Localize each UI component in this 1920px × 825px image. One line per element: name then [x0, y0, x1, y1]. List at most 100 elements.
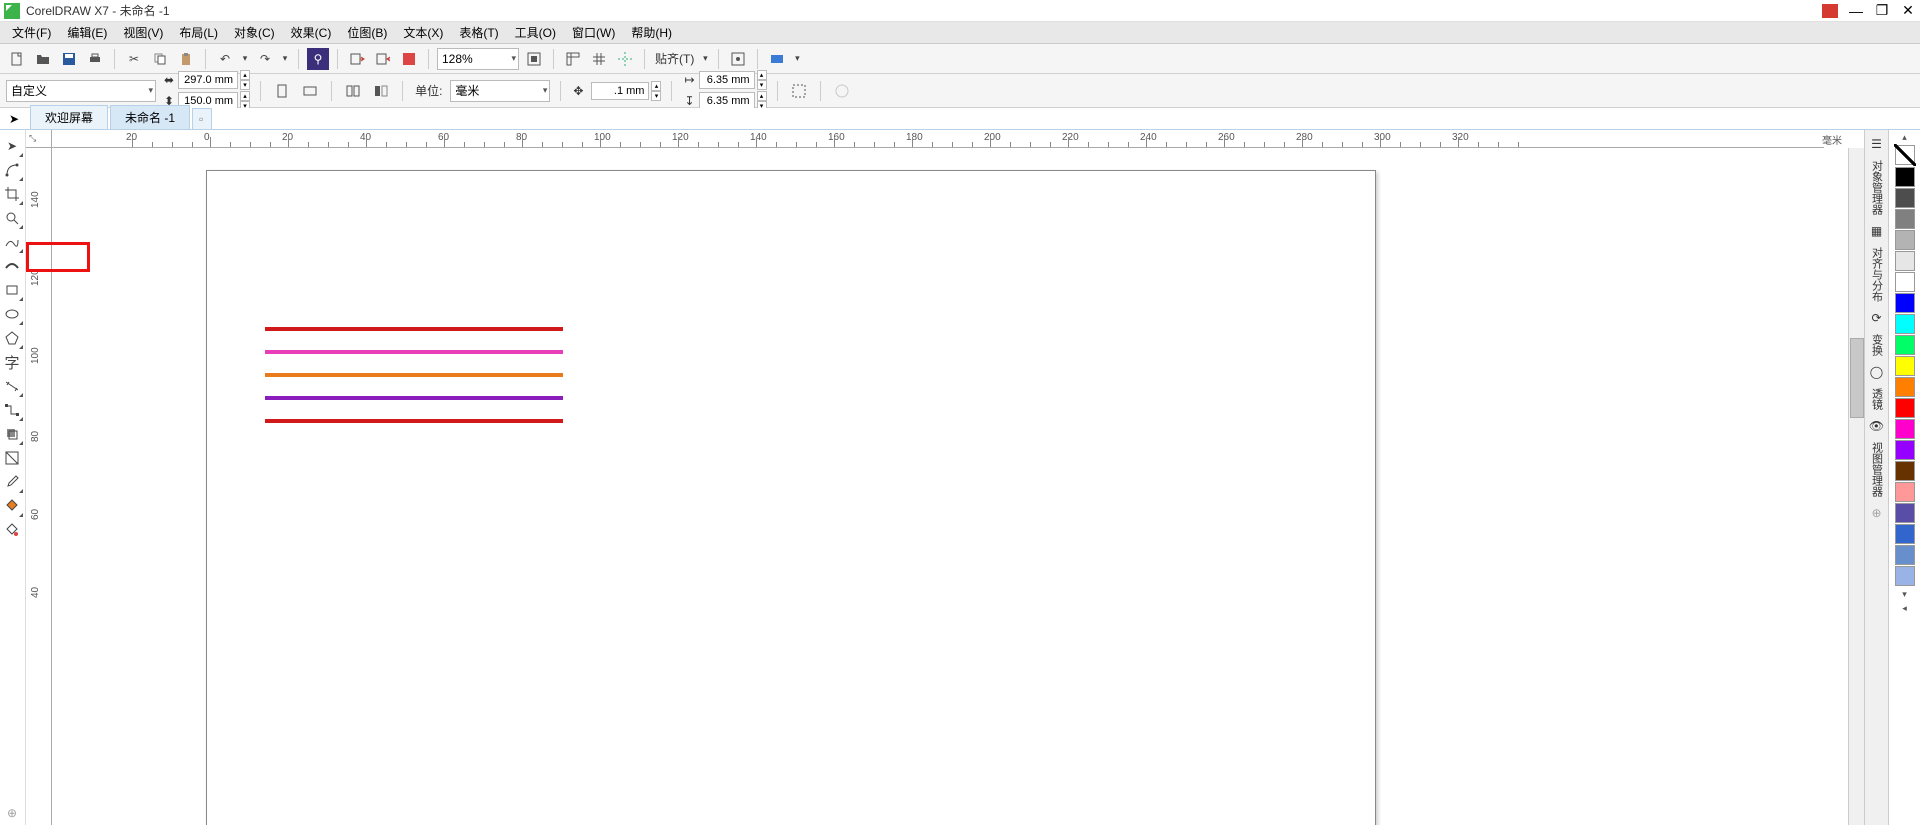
color-swatch[interactable]: [1895, 377, 1915, 397]
tab-add[interactable]: ▫: [192, 108, 212, 129]
snap-dd-icon[interactable]: ▾: [700, 48, 710, 70]
app-launcher-icon[interactable]: [766, 48, 788, 70]
redo-icon[interactable]: ↷: [254, 48, 276, 70]
palette-down-icon[interactable]: ▾: [1895, 587, 1915, 601]
shape-tool-icon[interactable]: [0, 158, 24, 182]
palette-flyout-icon[interactable]: ◂: [1895, 601, 1915, 615]
docker-align[interactable]: 对齐与分布: [1867, 243, 1887, 306]
interactive-fill-tool-icon[interactable]: [0, 494, 24, 518]
redo-dd-icon[interactable]: ▾: [280, 48, 290, 70]
import-icon[interactable]: [346, 48, 368, 70]
user-indicator-icon[interactable]: [1822, 4, 1838, 18]
eyedropper-tool-icon[interactable]: [0, 470, 24, 494]
menu-object[interactable]: 对象(C): [228, 22, 281, 43]
docker-transform[interactable]: 变换: [1867, 330, 1887, 360]
smart-fill-tool-icon[interactable]: [0, 518, 24, 542]
palette-up-icon[interactable]: ▴: [1895, 130, 1915, 144]
drawn-line[interactable]: [265, 419, 563, 423]
cut-icon[interactable]: ✂: [123, 48, 145, 70]
color-swatch[interactable]: [1895, 272, 1915, 292]
color-swatch[interactable]: [1895, 167, 1915, 187]
undo-dd-icon[interactable]: ▾: [240, 48, 250, 70]
crop-tool-icon[interactable]: [0, 182, 24, 206]
polygon-tool-icon[interactable]: [0, 326, 24, 350]
open-icon[interactable]: [32, 48, 54, 70]
tab-welcome[interactable]: 欢迎屏幕: [30, 105, 108, 129]
portrait-icon[interactable]: [271, 80, 293, 102]
menu-window[interactable]: 窗口(W): [566, 22, 621, 43]
pick-tool-mini-icon[interactable]: ➤: [6, 111, 22, 127]
menu-layout[interactable]: 布局(L): [173, 22, 224, 43]
color-swatch[interactable]: [1895, 188, 1915, 208]
color-swatch[interactable]: [1895, 482, 1915, 502]
dup-x-input[interactable]: [699, 71, 755, 89]
color-swatch[interactable]: [1895, 440, 1915, 460]
units-combo[interactable]: 毫米▾: [450, 80, 550, 102]
show-rulers-icon[interactable]: [562, 48, 584, 70]
page-width-input[interactable]: [178, 71, 238, 89]
menu-table[interactable]: 表格(T): [453, 22, 504, 43]
docker-align-icon[interactable]: ▦: [1867, 221, 1887, 241]
docker-view-mgr-icon[interactable]: 👁: [1867, 416, 1887, 436]
drawn-line[interactable]: [265, 396, 563, 400]
rectangle-tool-icon[interactable]: [0, 278, 24, 302]
minimize-button[interactable]: —: [1848, 3, 1864, 19]
width-down[interactable]: ▾: [240, 80, 250, 90]
nudge-up[interactable]: ▴: [651, 81, 661, 91]
treat-as-filled-icon[interactable]: [788, 80, 810, 102]
all-pages-icon[interactable]: [342, 80, 364, 102]
color-swatch[interactable]: [1895, 419, 1915, 439]
docker-lens[interactable]: 透镜: [1867, 384, 1887, 414]
menu-edit[interactable]: 编辑(E): [61, 22, 113, 43]
freehand-tool-icon[interactable]: [0, 230, 24, 254]
docker-add-icon[interactable]: ⊕: [1867, 503, 1887, 523]
docker-object-manager[interactable]: 对象管理器: [1867, 156, 1887, 219]
show-grid-icon[interactable]: [588, 48, 610, 70]
pick-tool-icon[interactable]: ➤: [0, 134, 24, 158]
dupx-up[interactable]: ▴: [757, 70, 767, 80]
vertical-scrollbar[interactable]: [1848, 148, 1864, 825]
tab-document[interactable]: 未命名 -1: [110, 105, 190, 129]
options2-icon[interactable]: [831, 80, 853, 102]
export-icon[interactable]: [372, 48, 394, 70]
copy-icon[interactable]: [149, 48, 171, 70]
menu-file[interactable]: 文件(F): [6, 22, 57, 43]
color-swatch[interactable]: [1895, 524, 1915, 544]
drawn-line[interactable]: [265, 350, 563, 354]
quick-customize-icon[interactable]: ⊕: [0, 801, 24, 825]
docker-obj-mgr-icon[interactable]: ☰: [1867, 134, 1887, 154]
zoom-tool-icon[interactable]: [0, 206, 24, 230]
paste-icon[interactable]: [175, 48, 197, 70]
menu-help[interactable]: 帮助(H): [625, 22, 678, 43]
color-swatch[interactable]: [1895, 230, 1915, 250]
maximize-button[interactable]: ❐: [1874, 3, 1890, 19]
color-swatch[interactable]: [1895, 503, 1915, 523]
horizontal-ruler[interactable]: 2002040608010012014016018020022024026028…: [52, 130, 1824, 148]
menu-tools[interactable]: 工具(O): [509, 22, 562, 43]
landscape-icon[interactable]: [299, 80, 321, 102]
fullscreen-icon[interactable]: [523, 48, 545, 70]
nudge-down[interactable]: ▾: [651, 91, 661, 101]
swatch-none[interactable]: [1895, 145, 1915, 165]
color-swatch[interactable]: [1895, 209, 1915, 229]
menu-bitmap[interactable]: 位图(B): [341, 22, 393, 43]
drawn-line[interactable]: [265, 373, 563, 377]
undo-icon[interactable]: ↶: [214, 48, 236, 70]
app-launcher-dd-icon[interactable]: ▾: [792, 48, 802, 70]
docker-transform-icon[interactable]: ⟳: [1867, 308, 1887, 328]
print-icon[interactable]: [84, 48, 106, 70]
ruler-corner[interactable]: ⤡: [26, 130, 52, 148]
menu-view[interactable]: 视图(V): [117, 22, 169, 43]
text-tool-icon[interactable]: 字: [0, 350, 24, 374]
dupx-down[interactable]: ▾: [757, 80, 767, 90]
canvas-area[interactable]: ⤡ 20020406080100120140160180200220240260…: [26, 130, 1864, 825]
current-page-icon[interactable]: [370, 80, 392, 102]
parallel-dim-tool-icon[interactable]: [0, 374, 24, 398]
show-guides-icon[interactable]: [614, 48, 636, 70]
ellipse-tool-icon[interactable]: [0, 302, 24, 326]
height-up[interactable]: ▴: [240, 91, 250, 101]
close-button[interactable]: ✕: [1900, 3, 1916, 19]
drawing-page[interactable]: [206, 170, 1376, 825]
artistic-media-tool-icon[interactable]: [0, 254, 24, 278]
color-swatch[interactable]: [1895, 335, 1915, 355]
